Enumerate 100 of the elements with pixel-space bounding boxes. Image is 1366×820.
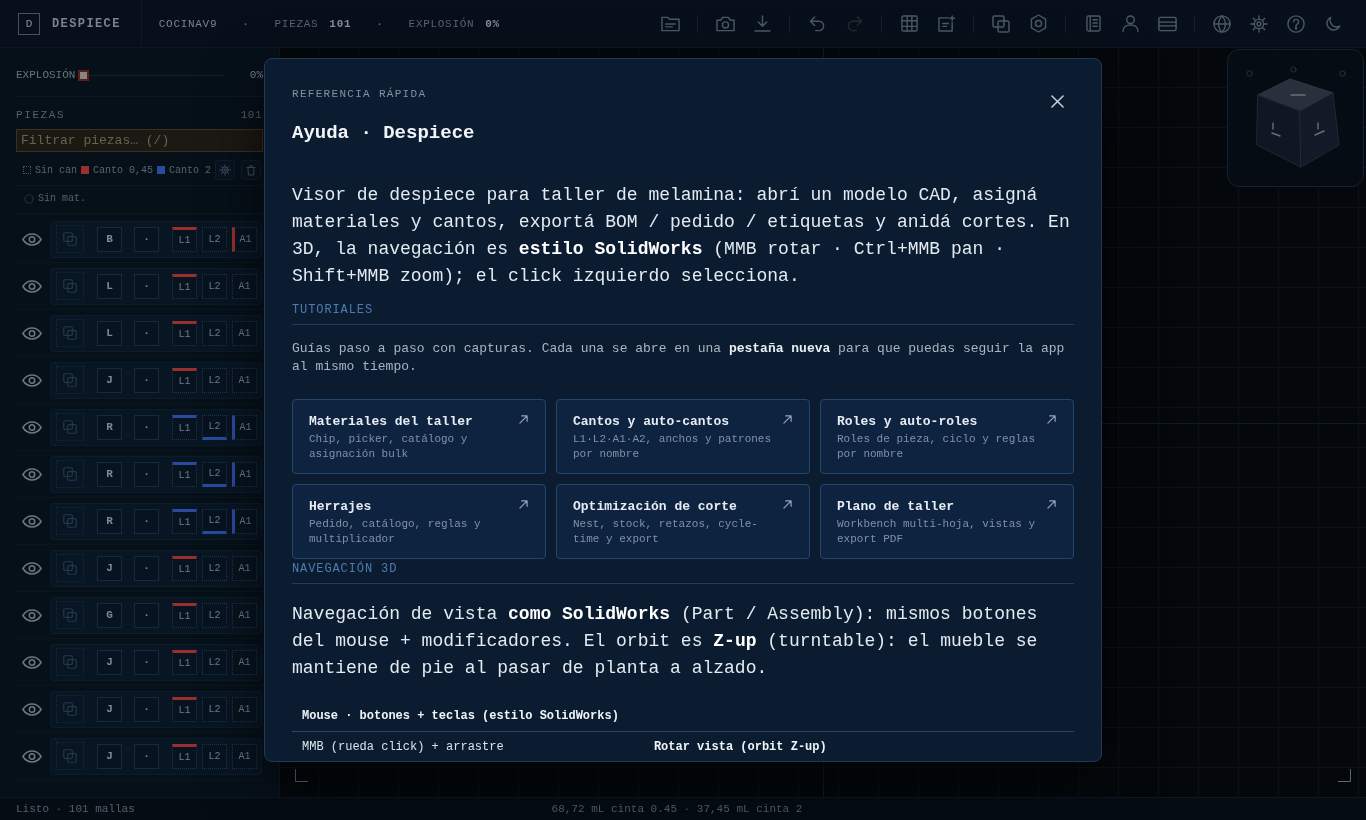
edge-button[interactable]: L1 <box>172 743 197 769</box>
eye-icon[interactable] <box>22 279 42 293</box>
edge-button[interactable]: L2 <box>202 743 227 769</box>
duplicate-button[interactable] <box>56 601 84 629</box>
duplicate-button[interactable] <box>56 507 84 535</box>
role-button[interactable]: G <box>97 602 122 628</box>
edge-button[interactable]: A1 <box>232 555 257 581</box>
eye-icon[interactable] <box>22 702 42 716</box>
edge-button[interactable]: L1 <box>172 508 197 534</box>
edge-button[interactable]: L1 <box>172 602 197 628</box>
material-button[interactable]: · <box>134 414 159 440</box>
edge-button[interactable]: A1 <box>232 649 257 675</box>
cube-icon[interactable] <box>1255 77 1341 169</box>
camera-icon[interactable] <box>715 15 735 32</box>
material-button[interactable]: · <box>134 649 159 675</box>
duplicate-button[interactable] <box>56 272 84 300</box>
tutorial-card[interactable]: Cantos y auto-cantos L1·L2·A1·A2, anchos y patrones por nombre <box>556 399 810 474</box>
edge-button[interactable]: L2 <box>202 320 227 346</box>
role-button[interactable]: J <box>97 555 122 581</box>
edge-button[interactable]: L1 <box>172 649 197 675</box>
edge-button[interactable]: L2 <box>202 273 227 299</box>
duplicate-button[interactable] <box>56 695 84 723</box>
edge-button[interactable]: L1 <box>172 461 197 487</box>
eye-icon[interactable] <box>22 514 42 528</box>
material-button[interactable]: · <box>134 743 159 769</box>
edge-button[interactable]: A1 <box>232 508 257 534</box>
eye-icon[interactable] <box>22 420 42 434</box>
overlapping-squares-icon[interactable] <box>992 14 1010 33</box>
edge-button[interactable]: A1 <box>232 367 257 393</box>
edge-button[interactable]: A1 <box>232 602 257 628</box>
edge-button[interactable]: L2 <box>202 226 227 252</box>
material-button[interactable]: · <box>134 226 159 252</box>
document-icon[interactable] <box>1085 15 1101 32</box>
edge-button[interactable]: L1 <box>172 367 197 393</box>
delete-button[interactable] <box>241 160 262 180</box>
edge-button[interactable]: L2 <box>202 696 227 722</box>
edge-button[interactable]: A1 <box>232 226 257 252</box>
material-button[interactable]: · <box>134 367 159 393</box>
gear-icon[interactable] <box>1250 14 1268 33</box>
material-button[interactable]: · <box>134 696 159 722</box>
edge-button[interactable]: L2 <box>202 602 227 628</box>
role-button[interactable]: J <box>97 649 122 675</box>
edge-button[interactable]: L1 <box>172 555 197 581</box>
eye-icon[interactable] <box>22 232 42 246</box>
role-button[interactable]: R <box>97 414 122 440</box>
material-button[interactable]: · <box>134 602 159 628</box>
edge-button[interactable]: L2 <box>202 508 227 534</box>
note-plus-icon[interactable] <box>936 15 956 32</box>
duplicate-button[interactable] <box>56 554 84 582</box>
edge-button[interactable]: L1 <box>172 696 197 722</box>
edge-button[interactable]: L2 <box>202 414 227 440</box>
edge-button[interactable]: L2 <box>202 461 227 487</box>
grid-icon[interactable] <box>900 15 918 32</box>
moon-icon[interactable] <box>1325 15 1341 32</box>
role-button[interactable]: B <box>97 226 122 252</box>
duplicate-button[interactable] <box>56 225 84 253</box>
role-button[interactable]: R <box>97 508 122 534</box>
role-button[interactable]: J <box>97 743 122 769</box>
role-button[interactable]: L <box>97 273 122 299</box>
duplicate-button[interactable] <box>56 319 84 347</box>
folder-icon[interactable] <box>660 15 680 32</box>
duplicate-button[interactable] <box>56 413 84 441</box>
tutorial-card[interactable]: Herrajes Pedido, catálogo, reglas y multiplicador <box>292 484 546 559</box>
eye-icon[interactable] <box>22 749 42 763</box>
eye-icon[interactable] <box>22 655 42 669</box>
tutorial-card[interactable]: Materiales del taller Chip, picker, catálogo y asignación bulk <box>292 399 546 474</box>
material-button[interactable]: · <box>134 508 159 534</box>
material-button[interactable]: · <box>134 273 159 299</box>
role-button[interactable]: J <box>97 367 122 393</box>
edge-button[interactable]: A1 <box>232 461 257 487</box>
undo-icon[interactable] <box>808 15 826 32</box>
edge-button[interactable]: L1 <box>172 414 197 440</box>
globe-icon[interactable] <box>1213 14 1231 33</box>
duplicate-button[interactable] <box>56 460 84 488</box>
gear-button[interactable] <box>215 160 236 180</box>
download-icon[interactable] <box>753 15 771 32</box>
material-button[interactable]: · <box>134 555 159 581</box>
role-button[interactable]: R <box>97 461 122 487</box>
edge-button[interactable]: A1 <box>232 414 257 440</box>
edge-button[interactable]: A1 <box>232 743 257 769</box>
eye-icon[interactable] <box>22 467 42 481</box>
duplicate-button[interactable] <box>56 648 84 676</box>
tutorial-card[interactable]: Roles y auto-roles Roles de pieza, ciclo y reglas por nombre <box>820 399 1074 474</box>
role-button[interactable]: J <box>97 696 122 722</box>
role-button[interactable]: L <box>97 320 122 346</box>
edge-button[interactable]: L2 <box>202 649 227 675</box>
edge-button[interactable]: L2 <box>202 555 227 581</box>
edge-button[interactable]: A1 <box>232 696 257 722</box>
filter-field[interactable]: Filtrar piezas… (/) <box>16 129 263 152</box>
eye-icon[interactable] <box>22 608 42 622</box>
material-button[interactable]: · <box>134 320 159 346</box>
material-button[interactable]: · <box>134 461 159 487</box>
panel-icon[interactable] <box>1157 15 1177 32</box>
edge-button[interactable]: A1 <box>232 320 257 346</box>
edge-button[interactable]: L1 <box>172 226 197 252</box>
edge-button[interactable]: L1 <box>172 273 197 299</box>
close-icon[interactable] <box>1050 94 1064 108</box>
edge-button[interactable]: A1 <box>232 273 257 299</box>
edge-button[interactable]: L2 <box>202 367 227 393</box>
hexagon-nut-icon[interactable] <box>1029 14 1047 33</box>
